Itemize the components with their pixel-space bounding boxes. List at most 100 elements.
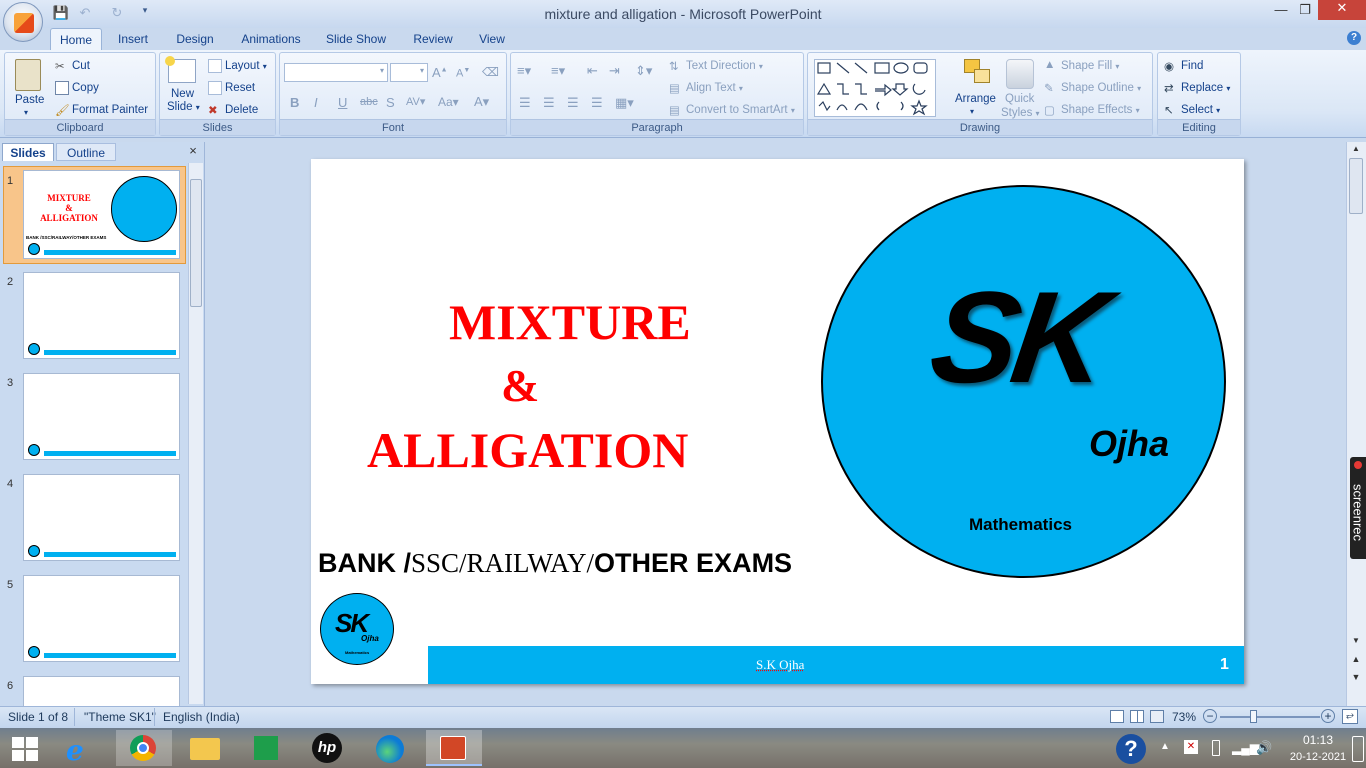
edge-icon[interactable] — [370, 730, 410, 766]
redo-icon[interactable]: ↻ — [108, 5, 126, 22]
tab-slide-show[interactable]: Slide Show — [320, 28, 392, 50]
internet-explorer-icon[interactable]: e — [60, 730, 100, 767]
theme-status[interactable]: "Theme SK1" — [84, 710, 156, 724]
font-size-select[interactable]: ▾ — [390, 63, 428, 82]
zoom-out-icon[interactable]: − — [1203, 709, 1217, 723]
shapes-gallery[interactable] — [814, 59, 936, 117]
close-pane-icon[interactable]: × — [186, 143, 200, 159]
cut-button[interactable]: ✂ Cut — [55, 59, 90, 73]
find-button[interactable]: ◉ Find — [1164, 59, 1203, 73]
paste-dropdown-icon[interactable]: ▾ — [24, 108, 28, 117]
file-explorer-icon[interactable] — [186, 730, 226, 766]
numbering-icon[interactable]: ≡▾ — [551, 63, 565, 79]
tab-insert[interactable]: Insert — [110, 28, 156, 50]
shape-fill-button[interactable]: ▲ Shape Fill ▾ — [1044, 59, 1119, 73]
delete-button[interactable]: ✖ Delete — [208, 103, 258, 117]
convert-smartart-button[interactable]: ▤ Convert to SmartArt ▾ — [669, 103, 795, 117]
notifications-icon[interactable] — [1352, 736, 1364, 762]
customize-qat-icon[interactable]: ▾ — [136, 5, 154, 22]
reset-button[interactable]: Reset — [208, 81, 255, 95]
tab-slides[interactable]: Slides — [2, 143, 54, 161]
help-icon[interactable]: ? — [1347, 31, 1361, 45]
office-button[interactable] — [3, 2, 43, 42]
small-sk-logo[interactable]: SK Ojha Mathematics — [320, 593, 394, 665]
select-button[interactable]: ↖ Select ▾ — [1164, 103, 1220, 117]
slide-title-line-3[interactable]: ALLIGATION — [367, 421, 688, 479]
sk-logo-circle[interactable]: SK Ojha Mathematics — [821, 185, 1226, 578]
align-text-button[interactable]: ▤ Align Text ▾ — [669, 81, 743, 95]
scroll-up-icon[interactable]: ▲ — [1348, 144, 1364, 156]
clock-date[interactable]: 20-12-2021 — [1284, 751, 1352, 763]
microsoft-store-icon[interactable] — [246, 730, 286, 766]
text-direction-button[interactable]: ⇅ Text Direction ▾ — [669, 59, 763, 73]
underline-icon[interactable]: U — [338, 95, 347, 110]
next-slide-icon[interactable]: ▼ — [1348, 672, 1364, 686]
align-right-icon[interactable]: ☰ — [567, 95, 579, 111]
new-slide-button[interactable]: Slide ▾ — [167, 101, 200, 113]
show-hidden-icons[interactable]: ▲ — [1160, 741, 1170, 752]
battery-icon[interactable] — [1212, 740, 1220, 756]
slide-thumbnail-3[interactable] — [23, 373, 180, 460]
align-center-icon[interactable]: ☰ — [543, 95, 555, 111]
clear-formatting-icon[interactable]: ⌫ — [482, 65, 499, 79]
justify-icon[interactable]: ☰ — [591, 95, 603, 111]
scroll-thumb[interactable] — [1349, 158, 1363, 214]
slide-thumbnail-4[interactable] — [23, 474, 180, 561]
footer-name[interactable]: S.K Ojha — [756, 657, 804, 673]
slide-show-icon[interactable] — [1150, 710, 1164, 723]
columns-icon[interactable]: ▦▾ — [615, 95, 634, 111]
chrome-icon[interactable] — [116, 730, 172, 766]
close-button[interactable]: ✕ — [1318, 0, 1366, 20]
decrease-indent-icon[interactable]: ⇤ — [587, 63, 598, 79]
italic-icon[interactable]: I — [314, 95, 318, 110]
language-status[interactable]: English (India) — [163, 710, 240, 724]
copy-button[interactable]: Copy — [55, 81, 99, 95]
zoom-slider[interactable] — [1220, 716, 1320, 718]
screenrec-badge[interactable]: screenrec — [1350, 457, 1366, 559]
signal-icon[interactable]: ▂▄▆ — [1232, 741, 1259, 755]
undo-icon[interactable]: ↶ — [76, 5, 94, 22]
tab-outline[interactable]: Outline — [56, 143, 116, 161]
tab-home[interactable]: Home — [50, 28, 102, 50]
slides-pane-scrollbar[interactable] — [188, 163, 203, 704]
slide-thumbnail-2[interactable] — [23, 272, 180, 359]
zoom-level[interactable]: 73% — [1172, 710, 1196, 724]
paste-button[interactable]: Paste — [15, 94, 44, 106]
align-left-icon[interactable]: ☰ — [519, 95, 531, 111]
slide-thumbnail-6[interactable] — [23, 676, 180, 706]
grow-font-icon[interactable]: A▲ — [432, 65, 448, 80]
save-icon[interactable]: 💾 — [52, 5, 70, 22]
slide-sorter-icon[interactable] — [1130, 710, 1144, 723]
shape-outline-button[interactable]: ✎ Shape Outline ▾ — [1044, 81, 1141, 95]
change-case-icon[interactable]: Aa▾ — [438, 95, 459, 109]
increase-indent-icon[interactable]: ⇥ — [609, 63, 620, 79]
new-slide-label-1[interactable]: New — [171, 88, 194, 100]
arrange-button[interactable]: Arrange — [955, 93, 996, 105]
font-color-icon[interactable]: A▾ — [474, 94, 489, 110]
slide-vertical-scrollbar[interactable]: ▲ ▼ ▲ ▼ — [1346, 142, 1366, 706]
previous-slide-icon[interactable]: ▲ — [1348, 654, 1364, 668]
quick-styles-label-1[interactable]: Quick — [1005, 93, 1034, 105]
font-name-select[interactable]: ▾ — [284, 63, 388, 82]
strikethrough-icon[interactable]: abc — [360, 96, 378, 108]
restore-button[interactable]: ❐ — [1290, 2, 1320, 22]
tab-design[interactable]: Design — [170, 28, 220, 50]
tab-animations[interactable]: Animations — [236, 28, 306, 50]
slide-canvas[interactable]: MIXTURE & ALLIGATION BANK /SSC/RAILWAY/O… — [311, 159, 1244, 684]
character-spacing-icon[interactable]: AV▾ — [406, 95, 425, 108]
zoom-slider-thumb[interactable] — [1250, 710, 1257, 723]
fit-to-window-icon[interactable]: ⥂ — [1342, 709, 1358, 724]
arrange-dropdown-icon[interactable]: ▾ — [970, 107, 974, 116]
clock-time[interactable]: 01:13 — [1290, 733, 1346, 747]
normal-view-icon[interactable] — [1110, 710, 1124, 723]
slide-thumbnail-5[interactable] — [23, 575, 180, 662]
slide-subtitle[interactable]: BANK /SSC/RAILWAY/OTHER EXAMS — [318, 548, 792, 579]
tab-review[interactable]: Review — [408, 28, 458, 50]
bold-icon[interactable]: B — [290, 95, 299, 110]
slide-thumbnail-1[interactable]: MIXTURE & ALLIGATION BANK /SSC/RAILWAY/OTH… — [23, 170, 180, 259]
shadow-icon[interactable]: S — [386, 95, 395, 110]
tab-view[interactable]: View — [472, 28, 512, 50]
volume-icon[interactable]: 🔊 — [1256, 740, 1272, 756]
bullets-icon[interactable]: ≡▾ — [517, 63, 531, 79]
scroll-down-icon[interactable]: ▼ — [1348, 636, 1364, 648]
